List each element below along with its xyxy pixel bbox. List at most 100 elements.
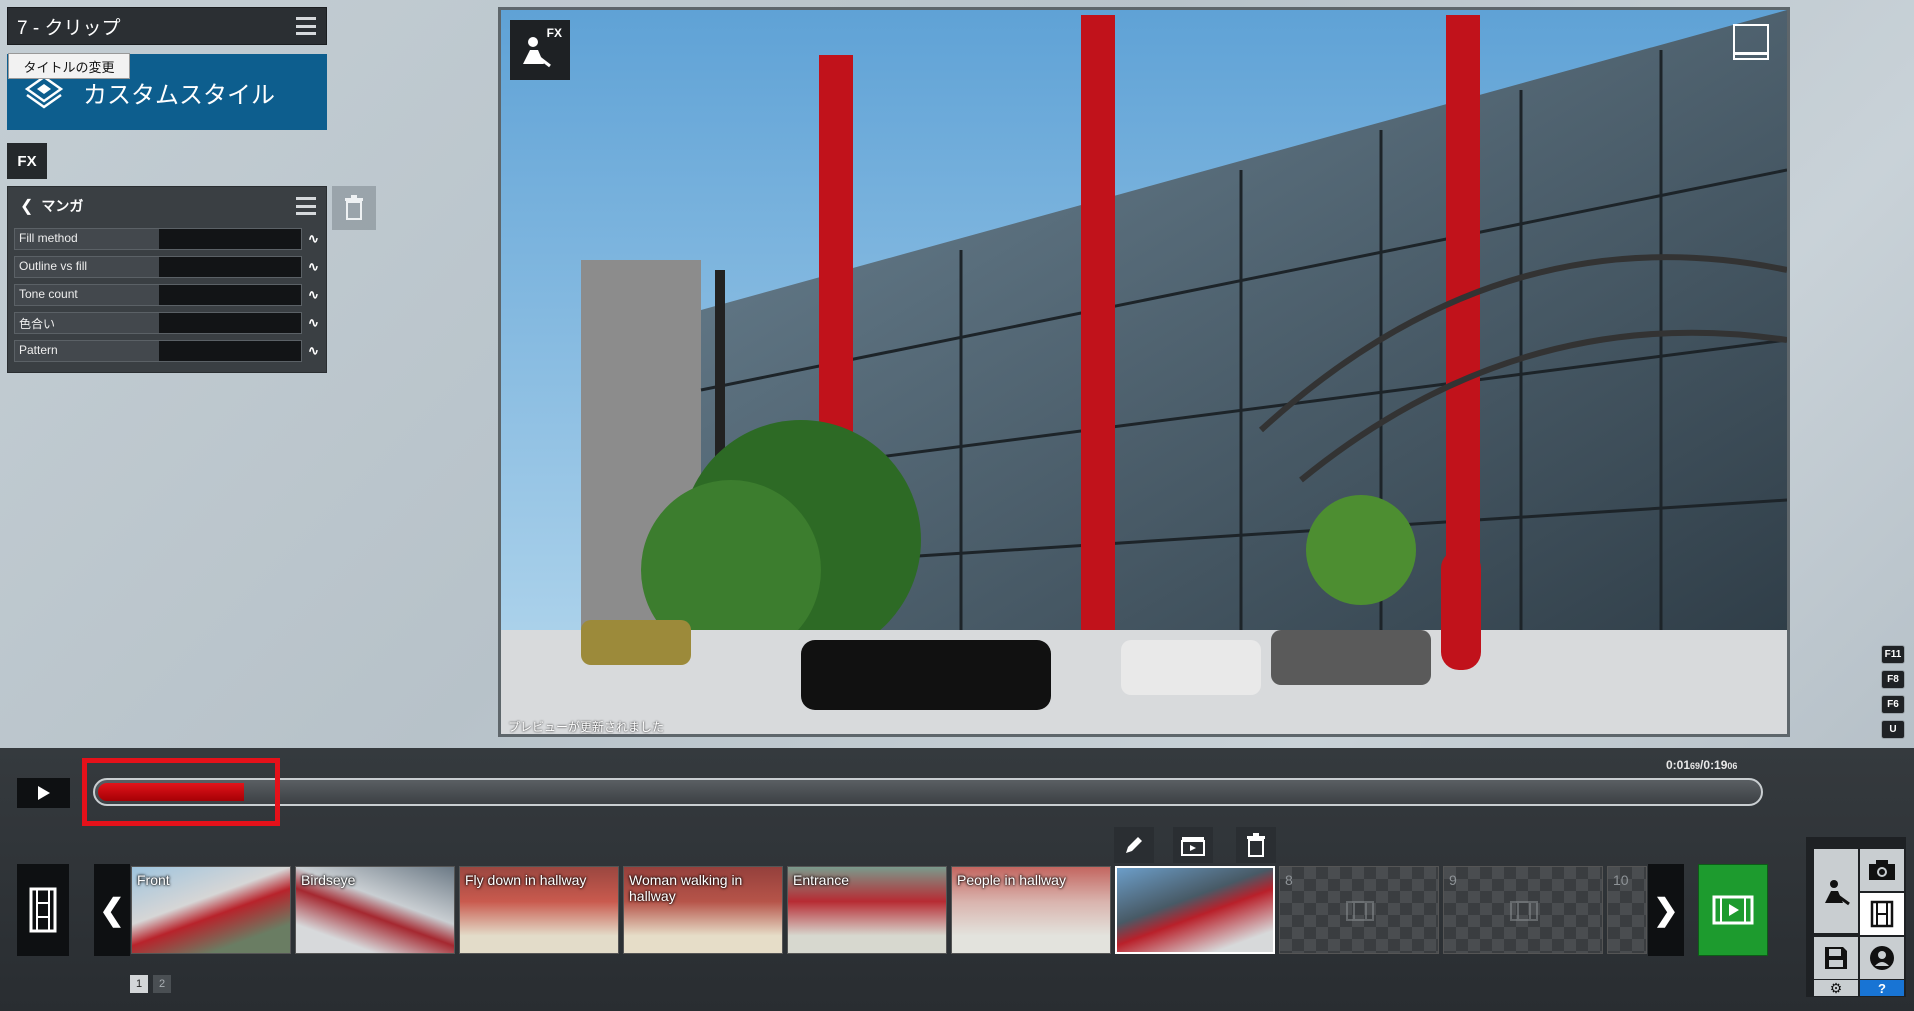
clip-thumbnail-selected[interactable]: [1115, 866, 1275, 954]
rename-tooltip: タイトルの変更: [8, 53, 130, 79]
clip-slot-empty[interactable]: 8: [1279, 866, 1439, 954]
param-slider[interactable]: Pattern: [14, 340, 302, 362]
clip-label: 8: [1285, 872, 1293, 888]
time-total: 0:19: [1703, 758, 1728, 772]
trash-icon: [345, 195, 363, 220]
filmstrip-icon: [1510, 901, 1538, 921]
clips-prev-button[interactable]: ❮: [94, 864, 130, 956]
movie-mode-button[interactable]: [17, 864, 69, 956]
save-button[interactable]: [1814, 937, 1858, 979]
param-row[interactable]: Tone count ∿: [14, 283, 326, 307]
camera-icon: [1869, 860, 1895, 880]
menu-icon[interactable]: [296, 17, 316, 35]
clip-slot-empty[interactable]: 9: [1443, 866, 1603, 954]
curve-icon[interactable]: ∿: [308, 288, 320, 302]
export-movie-button[interactable]: [1698, 864, 1768, 956]
filmstrip-icon: [1870, 900, 1894, 928]
clip-label: Front: [137, 872, 170, 888]
clip-label: Fly down in hallway: [465, 872, 587, 888]
fx-mode-button[interactable]: [1814, 849, 1858, 933]
curve-icon[interactable]: ∿: [308, 260, 320, 274]
clip-thumbnail[interactable]: Fly down in hallway: [459, 866, 619, 954]
hotkey-f6[interactable]: F6: [1881, 695, 1905, 714]
clip-title[interactable]: 7 - クリップ: [17, 13, 296, 40]
curve-icon[interactable]: ∿: [308, 316, 320, 330]
curve-icon[interactable]: ∿: [308, 344, 320, 358]
clip-label: Birdseye: [301, 872, 356, 888]
clip-settings-button[interactable]: [1173, 827, 1213, 863]
hotkey-u[interactable]: U: [1881, 720, 1905, 739]
param-label: 色合い: [19, 317, 56, 331]
edit-clip-button[interactable]: [1114, 827, 1154, 863]
time-current: 0:01: [1666, 758, 1691, 772]
chevron-right-icon: ❯: [1653, 893, 1679, 927]
param-label: Outline vs fill: [19, 259, 88, 273]
param-slider[interactable]: Fill method: [14, 228, 302, 250]
clip-label: 9: [1449, 872, 1457, 888]
play-button[interactable]: [17, 778, 70, 808]
param-slider[interactable]: 色合い: [14, 312, 302, 334]
clip-label: Woman walking in hallway: [629, 872, 743, 904]
param-row[interactable]: Fill method ∿: [14, 227, 326, 251]
chevron-left-icon: ❮: [99, 893, 125, 927]
style-name: カスタムスタイル: [83, 81, 275, 109]
help-button[interactable]: ?: [1860, 980, 1904, 996]
clip-thumbnail[interactable]: Entrance: [787, 866, 947, 954]
param-label: Pattern: [19, 343, 58, 357]
play-film-icon: [1712, 895, 1754, 925]
param-label: Fill method: [19, 231, 78, 245]
effect-panel: ❮ マンガ Fill method ∿ Outline vs fill ∿ To…: [7, 186, 327, 373]
fx-mode-button[interactable]: FX: [510, 20, 570, 80]
hotkey-f8[interactable]: F8: [1881, 670, 1905, 689]
person-icon: [1870, 946, 1894, 970]
time-current-frames: 69: [1690, 761, 1701, 771]
param-slider[interactable]: Tone count: [14, 284, 302, 306]
clip-thumbnail[interactable]: Birdseye: [295, 866, 455, 954]
param-row[interactable]: 色合い ∿: [14, 311, 326, 335]
param-row[interactable]: Outline vs fill ∿: [14, 255, 326, 279]
clip-label: 10: [1613, 872, 1629, 888]
param-slider[interactable]: Outline vs fill: [14, 256, 302, 278]
settings-mode-button[interactable]: [1860, 937, 1904, 979]
floppy-icon: [1825, 947, 1847, 969]
clip-title-bar[interactable]: 7 - クリップ: [7, 7, 327, 45]
mode-panel: ⚙ ?: [1806, 837, 1906, 997]
effect-menu-icon[interactable]: [296, 197, 316, 215]
preview-status: プレビューが更新されました: [508, 720, 665, 734]
pencil-icon: [1126, 837, 1142, 853]
scene-render: [501, 10, 1787, 734]
page-2-button[interactable]: 2: [153, 975, 171, 993]
effect-name: マンガ: [41, 198, 84, 214]
time-display: 0:0169/0:1906: [1666, 758, 1738, 772]
clapperboard-icon: [1181, 837, 1205, 856]
time-total-frames: 06: [1727, 761, 1738, 771]
param-label: Tone count: [19, 287, 78, 301]
preferences-button[interactable]: ⚙: [1814, 980, 1858, 996]
highlight-box: [82, 758, 280, 826]
filmstrip-icon: [29, 887, 57, 933]
delete-clip-button[interactable]: [1236, 827, 1276, 863]
page-1-button[interactable]: 1: [130, 975, 148, 993]
fx-badge: FX: [546, 26, 562, 40]
timeline-scrubber[interactable]: [93, 778, 1763, 806]
delete-effect-button[interactable]: [332, 186, 376, 230]
clip-label: People in hallway: [957, 872, 1066, 888]
clip-label: Entrance: [793, 872, 850, 888]
fullscreen-icon[interactable]: [1733, 24, 1769, 60]
worker-icon: [1825, 880, 1850, 906]
play-icon: [37, 786, 50, 800]
movie-mode-button-active[interactable]: [1860, 893, 1904, 935]
param-row[interactable]: Pattern ∿: [14, 339, 326, 363]
clip-thumbnail[interactable]: Woman walking in hallway: [623, 866, 783, 954]
clip-thumbnail[interactable]: Front: [131, 866, 291, 954]
clip-slot-empty[interactable]: 10: [1607, 866, 1647, 954]
clip-thumbnail[interactable]: People in hallway: [951, 866, 1111, 954]
photo-mode-button[interactable]: [1860, 849, 1904, 891]
hotkey-f11[interactable]: F11: [1881, 645, 1905, 664]
fx-button[interactable]: FX: [7, 143, 47, 179]
preview-viewport[interactable]: [498, 7, 1790, 737]
clips-next-button[interactable]: ❯: [1648, 864, 1684, 956]
curve-icon[interactable]: ∿: [308, 232, 320, 246]
chevron-left-icon[interactable]: ❮: [20, 196, 33, 216]
filmstrip-icon: [1346, 901, 1374, 921]
